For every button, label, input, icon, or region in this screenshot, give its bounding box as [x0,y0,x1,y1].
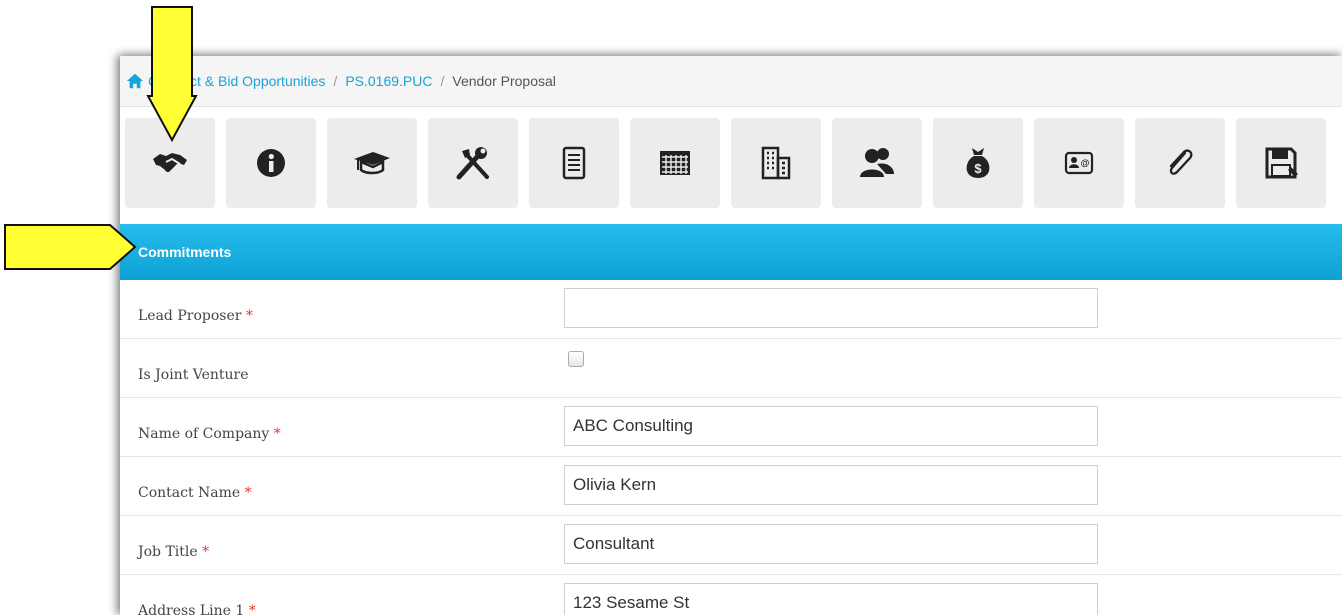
section-title: Commitments [138,244,232,260]
breadcrumb-separator: / [333,73,338,89]
company-name-input[interactable] [564,406,1098,446]
calendar-grid-icon [660,151,690,175]
section-header-commitments: Commitments [120,224,1342,280]
field-label: Lead Proposer * [138,308,253,324]
home-icon[interactable] [126,72,144,90]
tab-attachments-button[interactable] [1135,118,1225,208]
users-icon [860,148,894,177]
tab-schedule-button[interactable] [630,118,720,208]
contact-card-icon: @ [1064,151,1094,175]
tab-info-button[interactable] [226,118,316,208]
form-row-job-title: Job Title * [120,516,1342,575]
tab-finance-button[interactable]: $ [933,118,1023,208]
contact-name-input[interactable] [564,465,1098,505]
tab-documents-button[interactable] [529,118,619,208]
tab-contacts-button[interactable]: @ [1034,118,1124,208]
tools-icon [456,147,489,180]
tab-buildings-button[interactable] [731,118,821,208]
graduation-cap-icon [354,152,390,175]
svg-text:$: $ [974,161,982,176]
info-icon [257,149,285,177]
field-label: Contact Name * [138,485,252,501]
is-joint-venture-checkbox[interactable] [568,351,584,367]
commitments-form: Lead Proposer * Is Joint Venture Name of… [120,280,1342,615]
svg-text:@: @ [1081,158,1090,168]
form-row-company-name: Name of Company * [120,398,1342,457]
field-label: Name of Company * [138,426,281,442]
form-row-contact-name: Contact Name * [120,457,1342,516]
buildings-icon [761,146,791,180]
breadcrumb-current: Vendor Proposal [452,73,556,89]
breadcrumb-link-solicitation[interactable]: PS.0169.PUC [345,73,432,89]
tab-users-button[interactable] [832,118,922,208]
callout-arrow-right [4,224,137,270]
paperclip-icon [1169,149,1193,175]
document-list-icon [562,146,586,180]
job-title-input[interactable] [564,524,1098,564]
tab-education-button[interactable] [327,118,417,208]
lead-proposer-input[interactable] [564,288,1098,328]
app-window: Contract & Bid Opportunities / PS.0169.P… [120,56,1342,615]
callout-arrow-down [146,6,198,143]
form-row-lead-proposer: Lead Proposer * [120,280,1342,339]
tab-save-button[interactable] [1236,118,1326,208]
field-label: Is Joint Venture [138,367,249,383]
form-row-joint-venture: Is Joint Venture [120,339,1342,398]
form-row-address-line-1: Address Line 1 * [120,575,1342,615]
handshake-icon [153,153,187,173]
breadcrumb: Contract & Bid Opportunities / PS.0169.P… [120,56,1342,107]
tab-tools-button[interactable] [428,118,518,208]
address-line-1-input[interactable] [564,583,1098,615]
field-label: Address Line 1 * [138,603,256,615]
money-bag-icon: $ [966,148,990,178]
save-icon [1265,147,1298,179]
toolbar: $ @ [120,118,1342,210]
field-label: Job Title * [138,544,210,560]
breadcrumb-separator: / [440,73,445,89]
